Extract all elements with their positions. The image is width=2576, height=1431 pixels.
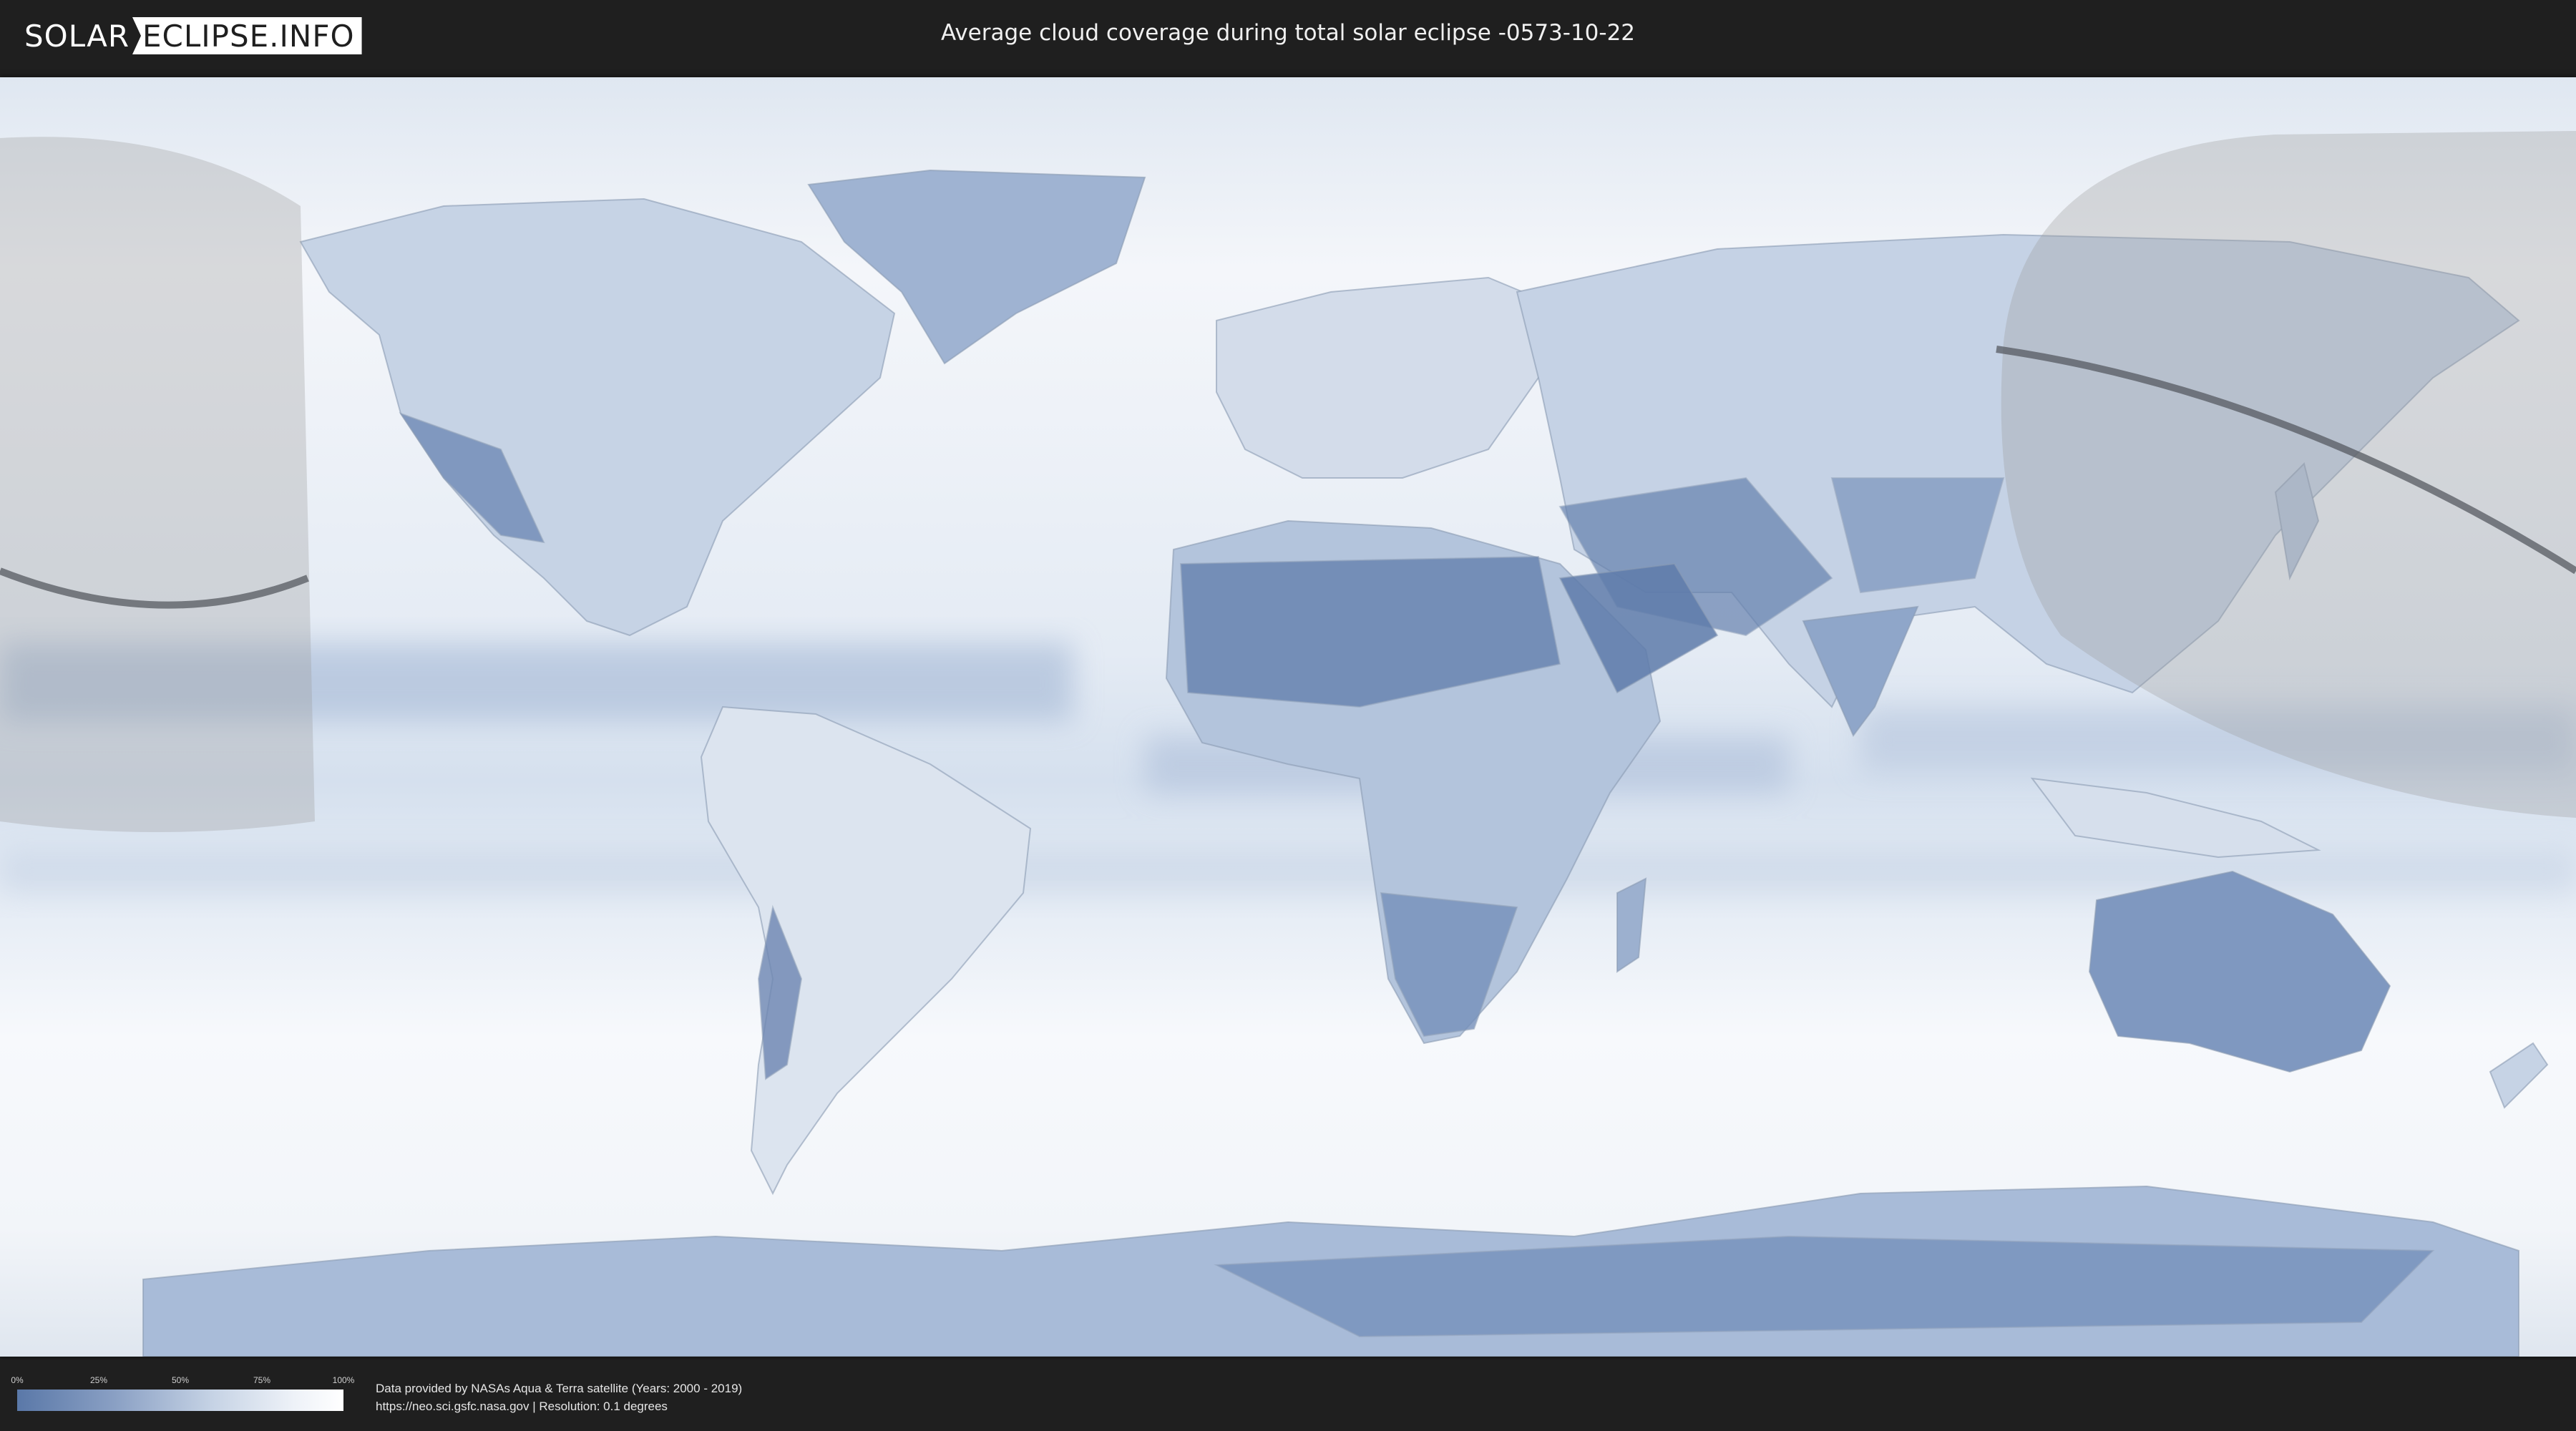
legend-color-bar [17,1390,343,1411]
legend-tick-25: 25% [89,1375,108,1385]
legend-ticks: 0% 25% 50% 75% 100% [11,1375,354,1387]
credits-line-url[interactable]: https://neo.sci.gsfc.nasa.gov | Resoluti… [376,1397,742,1415]
credits-line-source: Data provided by NASAs Aqua & Terra sate… [376,1382,743,1395]
header-bar: SOLAR ECLIPSE.INFO Average cloud coverag… [0,0,2576,72]
legend-tick-50: 50% [171,1375,190,1385]
legend-tick-100: 100% [332,1375,355,1385]
data-credits: Data provided by NASAs Aqua & Terra sate… [376,1379,742,1415]
cloud-coverage-legend: 0% 25% 50% 75% 100% [11,1375,354,1411]
cloud-coverage-map [0,77,2576,1357]
footer-bar: 0% 25% 50% 75% 100% Data provided by NAS… [0,1359,2576,1431]
legend-tick-75: 75% [253,1375,271,1385]
page-title: Average cloud coverage during total sola… [940,20,1636,46]
night-shadow-west [0,137,315,832]
legend-tick-0: 0% [11,1375,24,1385]
world-map-svg [0,77,2576,1357]
